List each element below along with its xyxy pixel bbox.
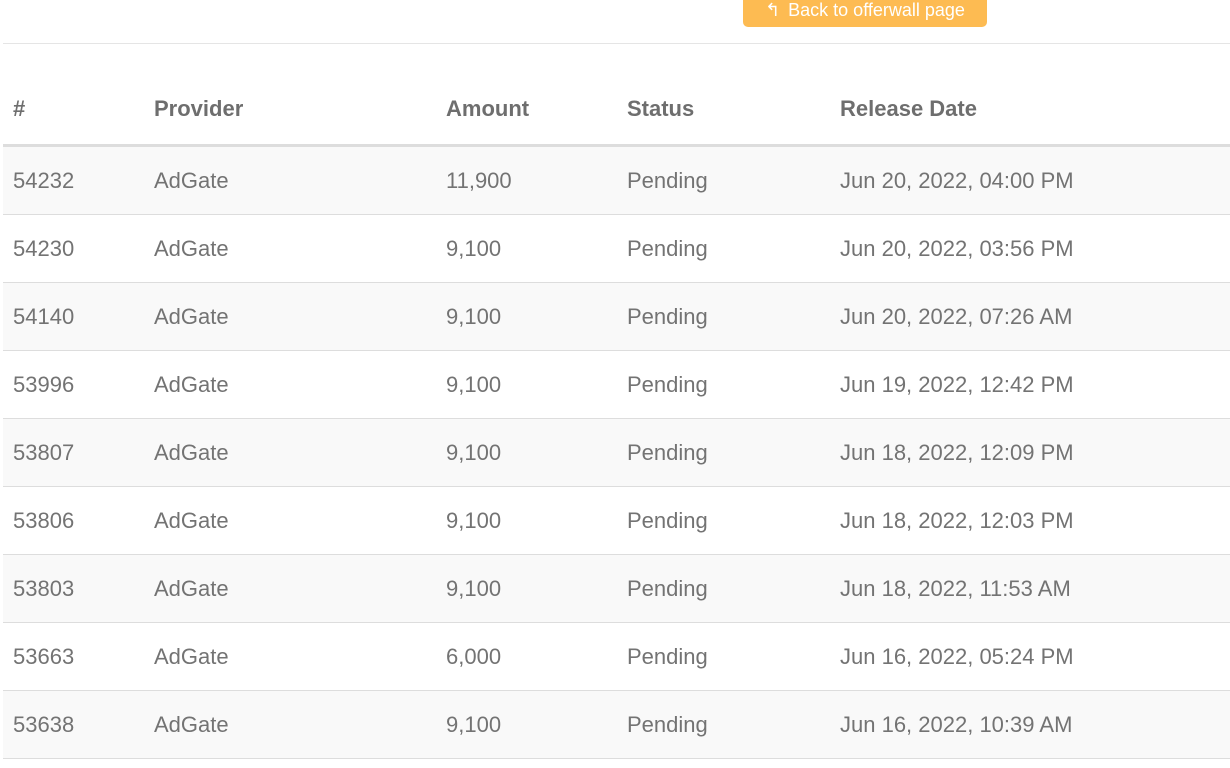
- column-header-release-date: Release Date: [830, 74, 1230, 147]
- cell-amount: 9,100: [436, 690, 617, 759]
- cell-amount: 9,100: [436, 486, 617, 555]
- cell-provider: AdGate: [144, 690, 436, 759]
- cell-release-date: Jun 20, 2022, 07:26 AM: [830, 282, 1230, 351]
- top-bar: ↰ Back to offerwall page: [0, 0, 1230, 44]
- column-header-amount: Amount: [436, 74, 617, 147]
- transactions-table: # Provider Amount Status Release Date 54…: [3, 74, 1230, 759]
- cell-release-date: Jun 16, 2022, 05:24 PM: [830, 622, 1230, 691]
- column-header-id: #: [3, 74, 144, 147]
- cell-release-date: Jun 18, 2022, 12:09 PM: [830, 418, 1230, 487]
- cell-status: Pending: [617, 554, 830, 623]
- cell-provider: AdGate: [144, 282, 436, 351]
- back-to-offerwall-button[interactable]: ↰ Back to offerwall page: [743, 0, 987, 27]
- table-row: 53638 AdGate 9,100 Pending Jun 16, 2022, 10:…: [3, 690, 1230, 759]
- column-header-provider: Provider: [144, 74, 436, 147]
- cell-amount: 9,100: [436, 350, 617, 419]
- cell-provider: AdGate: [144, 145, 436, 215]
- cell-release-date: Jun 20, 2022, 04:00 PM: [830, 145, 1230, 215]
- cell-id: 53663: [3, 622, 144, 691]
- cell-id: 53996: [3, 350, 144, 419]
- cell-provider: AdGate: [144, 554, 436, 623]
- divider: [3, 43, 1230, 44]
- cell-provider: AdGate: [144, 350, 436, 419]
- cell-amount: 11,900: [436, 145, 617, 215]
- table-row: 54140 AdGate 9,100 Pending Jun 20, 2022, 07:…: [3, 282, 1230, 351]
- cell-release-date: Jun 20, 2022, 03:56 PM: [830, 214, 1230, 283]
- column-header-status: Status: [617, 74, 830, 147]
- cell-status: Pending: [617, 214, 830, 283]
- table-row: 53996 AdGate 9,100 Pending Jun 19, 2022, 12:…: [3, 350, 1230, 419]
- cell-status: Pending: [617, 350, 830, 419]
- cell-id: 53803: [3, 554, 144, 623]
- cell-status: Pending: [617, 486, 830, 555]
- cell-status: Pending: [617, 418, 830, 487]
- cell-status: Pending: [617, 622, 830, 691]
- cell-amount: 9,100: [436, 214, 617, 283]
- table-header-row: # Provider Amount Status Release Date: [3, 74, 1230, 147]
- cell-id: 53807: [3, 418, 144, 487]
- cell-amount: 9,100: [436, 418, 617, 487]
- table-row: 53807 AdGate 9,100 Pending Jun 18, 2022, 12:…: [3, 418, 1230, 487]
- cell-provider: AdGate: [144, 486, 436, 555]
- table-row: 53803 AdGate 9,100 Pending Jun 18, 2022, 11:…: [3, 554, 1230, 623]
- table-row: 54232 AdGate 11,900 Pending Jun 20, 2022, 04…: [3, 145, 1230, 215]
- back-button-label: Back to offerwall page: [788, 0, 965, 20]
- cell-status: Pending: [617, 690, 830, 759]
- cell-release-date: Jun 16, 2022, 10:39 AM: [830, 690, 1230, 759]
- cell-provider: AdGate: [144, 418, 436, 487]
- cell-release-date: Jun 18, 2022, 12:03 PM: [830, 486, 1230, 555]
- reply-arrow-icon: ↰: [765, 0, 781, 20]
- cell-status: Pending: [617, 145, 830, 215]
- cell-amount: 9,100: [436, 554, 617, 623]
- cell-id: 54232: [3, 145, 144, 215]
- table-row: 53663 AdGate 6,000 Pending Jun 16, 2022, 05:…: [3, 622, 1230, 691]
- cell-amount: 9,100: [436, 282, 617, 351]
- cell-release-date: Jun 19, 2022, 12:42 PM: [830, 350, 1230, 419]
- cell-release-date: Jun 18, 2022, 11:53 AM: [830, 554, 1230, 623]
- cell-id: 54140: [3, 282, 144, 351]
- table-row: 53806 AdGate 9,100 Pending Jun 18, 2022, 12:…: [3, 486, 1230, 555]
- table-row: 54230 AdGate 9,100 Pending Jun 20, 2022, 03:…: [3, 214, 1230, 283]
- cell-id: 53806: [3, 486, 144, 555]
- cell-amount: 6,000: [436, 622, 617, 691]
- cell-provider: AdGate: [144, 622, 436, 691]
- cell-id: 54230: [3, 214, 144, 283]
- cell-id: 53638: [3, 690, 144, 759]
- cell-status: Pending: [617, 282, 830, 351]
- cell-provider: AdGate: [144, 214, 436, 283]
